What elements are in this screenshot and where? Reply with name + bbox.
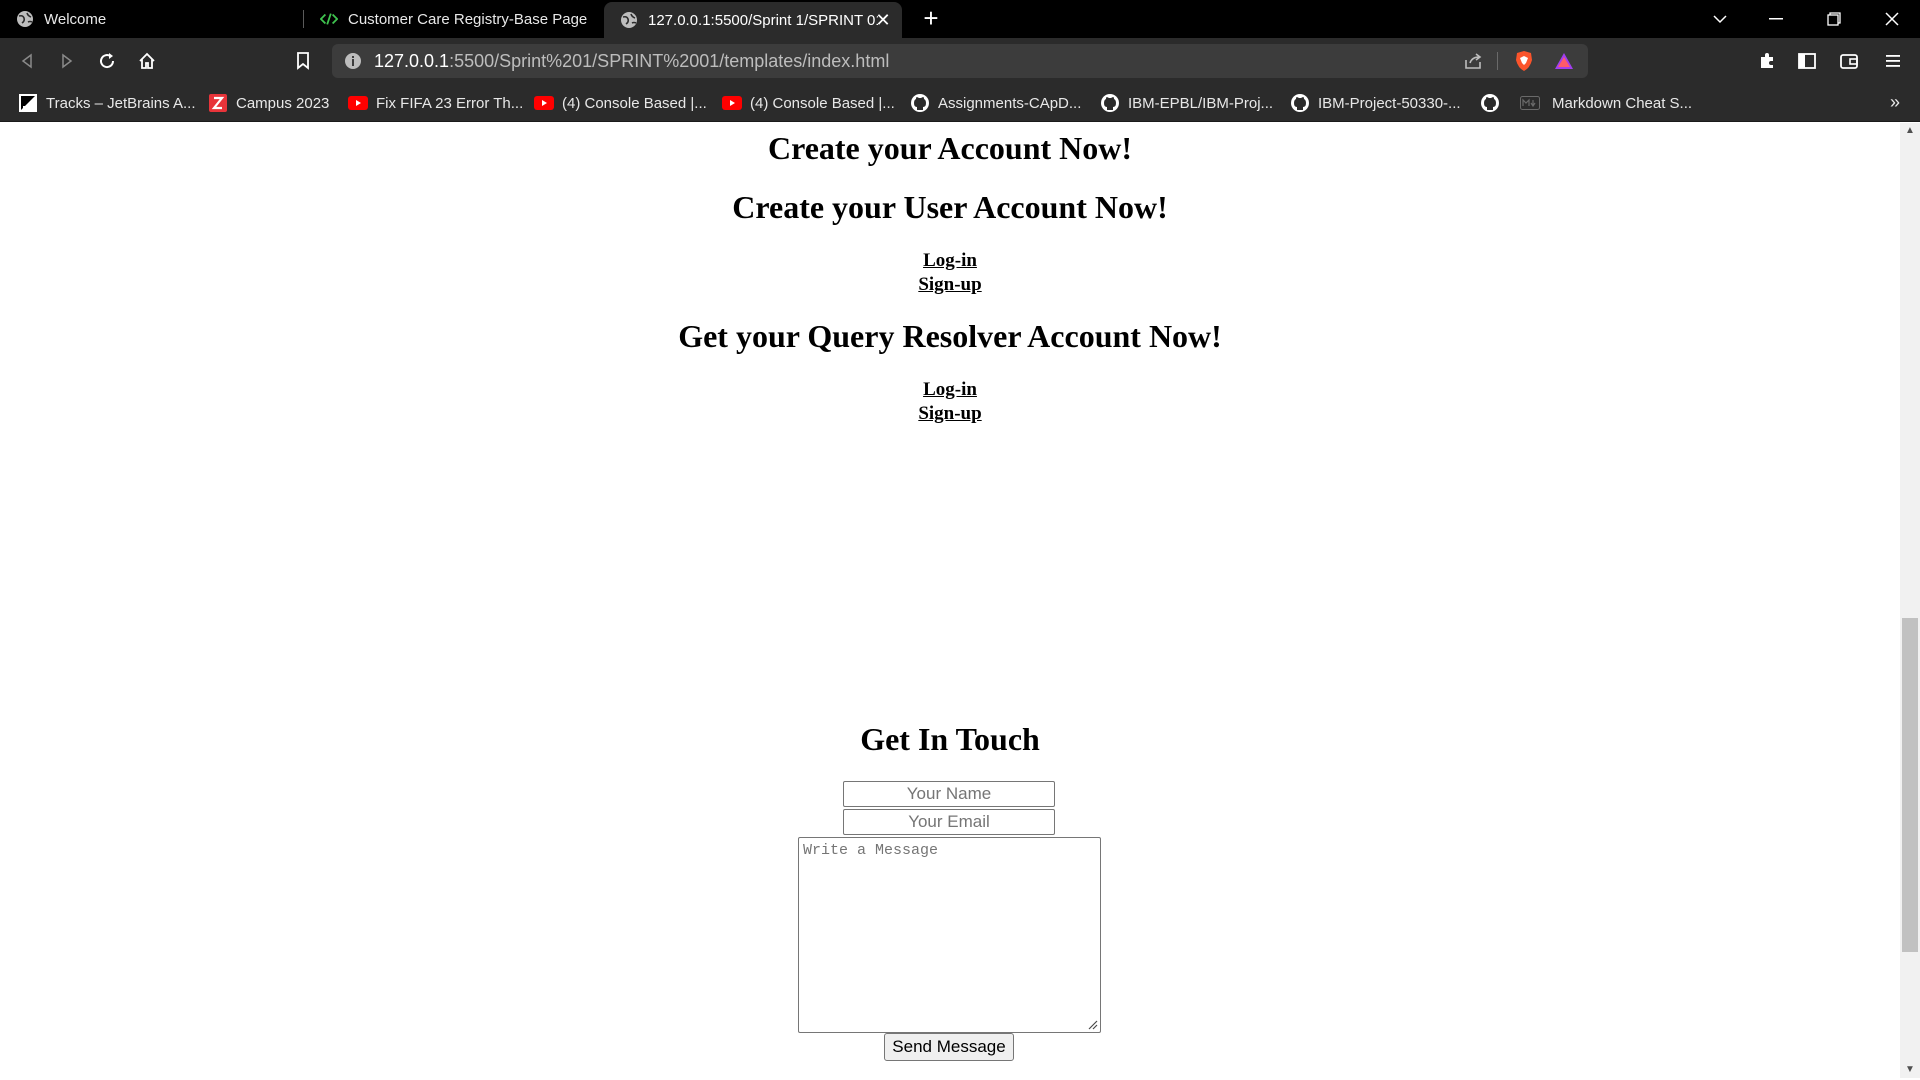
tab-title: Customer Care Registry-Base Page: [348, 10, 588, 28]
page-scrollbar[interactable]: ▲ ▼: [1900, 123, 1920, 1078]
wallet-icon[interactable]: [1836, 48, 1862, 74]
bookmark-github[interactable]: [1480, 92, 1508, 114]
heading-get-in-touch: Get In Touch: [860, 721, 1040, 757]
resolver-login-link[interactable]: Log-in: [0, 378, 1900, 402]
url-path: :5500/Sprint%201/SPRINT%2001/templates/i…: [449, 51, 890, 71]
youtube-icon: [534, 93, 554, 113]
bookmark-markdown[interactable]: Markdown Cheat S...: [1520, 92, 1692, 114]
message-placeholder: Write a Message: [803, 842, 939, 859]
bookmark-label: Assignments-CApD...: [938, 94, 1082, 112]
tab-strip: Welcome Customer Care Registry-Base Page…: [0, 0, 1920, 38]
z-icon: [208, 93, 228, 113]
bookmark-icon[interactable]: [290, 48, 316, 74]
bookmark-campus[interactable]: Campus 2023: [208, 92, 329, 114]
scroll-thumb[interactable]: [1902, 618, 1918, 952]
scroll-down-arrow-icon[interactable]: ▼: [1900, 1062, 1920, 1078]
reload-icon[interactable]: [94, 48, 120, 74]
bookmarks-bar: Tracks – JetBrains A... Campus 2023 Fix …: [0, 84, 1920, 122]
github-icon: [1100, 93, 1120, 113]
globe-icon: [620, 11, 638, 29]
youtube-icon: [348, 93, 368, 113]
close-tab-icon[interactable]: ✕: [874, 11, 892, 29]
resolver-signup-link[interactable]: Sign-up: [0, 402, 1900, 426]
youtube-icon: [722, 93, 742, 113]
bookmark-label: Fix FIFA 23 Error Th...: [376, 94, 524, 112]
url-text: 127.0.0.1:5500/Sprint%201/SPRINT%2001/te…: [374, 51, 889, 72]
message-textarea[interactable]: Write a Message: [798, 837, 1101, 1033]
jetbrains-icon: [18, 93, 38, 113]
resolver-account-links: Log-in Sign-up: [0, 378, 1900, 426]
bookmark-label: IBM-Project-50330-...: [1318, 94, 1461, 112]
bookmark-console-2[interactable]: (4) Console Based |...: [722, 92, 895, 114]
url-host: 127.0.0.1: [374, 51, 450, 71]
tab-search-icon[interactable]: [1692, 0, 1748, 38]
bookmark-label: IBM-EPBL/IBM-Proj...: [1128, 94, 1274, 112]
menu-icon[interactable]: [1880, 48, 1906, 74]
address-bar[interactable]: 127.0.0.1:5500/Sprint%201/SPRINT%2001/te…: [332, 44, 1588, 78]
extensions-icon[interactable]: [1754, 48, 1780, 74]
bookmark-ibm-project[interactable]: IBM-Project-50330-...: [1290, 92, 1461, 114]
tab-customer-care[interactable]: Customer Care Registry-Base Page: [304, 0, 600, 38]
back-icon[interactable]: [14, 48, 40, 74]
scroll-up-arrow-icon[interactable]: ▲: [1900, 123, 1920, 139]
user-account-links: Log-in Sign-up: [0, 249, 1900, 297]
sidebar-icon[interactable]: [1794, 48, 1820, 74]
github-icon: [1480, 93, 1500, 113]
site-info-icon[interactable]: [344, 52, 362, 70]
bookmark-label: Markdown Cheat S...: [1552, 94, 1693, 112]
user-signup-link[interactable]: Sign-up: [0, 273, 1900, 297]
bookmark-console-1[interactable]: (4) Console Based |...: [534, 92, 707, 114]
home-icon[interactable]: [134, 48, 160, 74]
bookmark-label: Tracks – JetBrains A...: [46, 94, 196, 112]
page-viewport: Create your Account Now! Create your Use…: [0, 123, 1900, 1078]
bookmark-ibm-epbl[interactable]: IBM-EPBL/IBM-Proj...: [1100, 92, 1273, 114]
resize-handle-icon[interactable]: [1086, 1018, 1098, 1030]
restore-button[interactable]: [1806, 0, 1862, 38]
new-tab-button[interactable]: +: [918, 5, 944, 32]
tab-title: 127.0.0.1:5500/Sprint 1/SPRINT 01/: [648, 11, 878, 29]
bookmark-label: (4) Console Based |...: [562, 94, 707, 112]
name-input[interactable]: Your Name: [843, 781, 1055, 807]
brave-shields-icon[interactable]: [1512, 50, 1536, 72]
send-message-button[interactable]: Send Message: [884, 1033, 1014, 1061]
globe-icon: [16, 10, 34, 28]
bookmark-assignments[interactable]: Assignments-CApD...: [910, 92, 1081, 114]
heading-user-account: Create your User Account Now!: [732, 189, 1168, 225]
heading-resolver-account: Get your Query Resolver Account Now!: [678, 318, 1222, 354]
github-icon: [910, 93, 930, 113]
browser-toolbar: 127.0.0.1:5500/Sprint%201/SPRINT%2001/te…: [0, 38, 1920, 84]
bookmark-label: (4) Console Based |...: [750, 94, 895, 112]
github-icon: [1290, 93, 1310, 113]
share-icon[interactable]: [1462, 50, 1486, 72]
tab-title: Welcome: [44, 10, 107, 28]
code-icon: [320, 10, 338, 28]
user-login-link[interactable]: Log-in: [0, 249, 1900, 273]
forward-icon[interactable]: [54, 48, 80, 74]
bookmark-fifa[interactable]: Fix FIFA 23 Error Th...: [348, 92, 523, 114]
bookmark-label: Campus 2023: [236, 94, 330, 112]
email-input[interactable]: Your Email: [843, 809, 1055, 835]
close-window-button[interactable]: [1864, 0, 1920, 38]
markdown-icon: [1520, 93, 1540, 113]
more-bookmarks-button[interactable]: »: [1890, 92, 1900, 113]
omnibox-divider: [1497, 52, 1498, 70]
brave-rewards-icon[interactable]: [1552, 50, 1576, 72]
tab-index-html[interactable]: 127.0.0.1:5500/Sprint 1/SPRINT 01/ ✕: [604, 2, 902, 38]
heading-create-account: Create your Account Now!: [767, 130, 1133, 166]
tab-welcome[interactable]: Welcome: [0, 0, 302, 38]
bookmark-jetbrains[interactable]: Tracks – JetBrains A...: [18, 92, 196, 114]
minimize-button[interactable]: [1748, 0, 1804, 38]
